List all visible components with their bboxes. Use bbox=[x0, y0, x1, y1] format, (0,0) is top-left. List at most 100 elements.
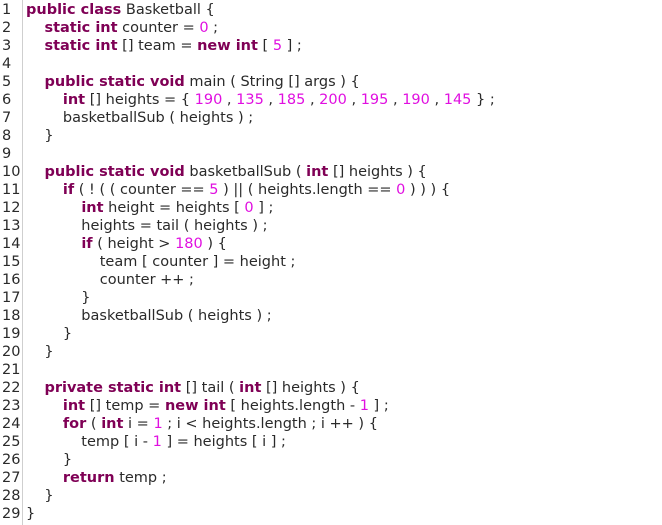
line-code[interactable]: int [] heights = { 190 , 135 , 185 , 200… bbox=[22, 91, 495, 109]
code-token: [] heights ) { bbox=[261, 380, 360, 396]
line-code[interactable]: } bbox=[22, 451, 72, 469]
code-line[interactable]: 14 if ( height > 180 ) { bbox=[0, 235, 227, 253]
line-code[interactable]: temp [ i - 1 ] = heights [ i ] ; bbox=[22, 433, 286, 451]
code-token: [] team = bbox=[117, 38, 198, 54]
code-token: Basketball { bbox=[121, 2, 215, 18]
line-code[interactable]: heights = tail ( heights ) ; bbox=[22, 217, 267, 235]
code-line[interactable]: 1 public class Basketball { bbox=[0, 1, 215, 19]
code-line[interactable]: 6 int [] heights = { 190 , 135 , 185 , 2… bbox=[0, 91, 495, 109]
line-code[interactable]: basketballSub ( heights ) ; bbox=[22, 307, 271, 325]
keyword-token: int bbox=[306, 164, 329, 180]
number-token: 145 bbox=[443, 92, 472, 108]
line-code[interactable]: } bbox=[22, 505, 35, 523]
code-token: , bbox=[263, 92, 278, 108]
code-line[interactable]: 20 } bbox=[0, 343, 54, 361]
code-line[interactable]: 18 basketballSub ( heights ) ; bbox=[0, 307, 272, 325]
code-token: } bbox=[26, 290, 91, 306]
keyword-token: static int bbox=[44, 38, 118, 54]
code-token: [] tail ( bbox=[181, 380, 240, 396]
code-line[interactable]: 8 } bbox=[0, 127, 54, 145]
line-code[interactable]: team [ counter ] = height ; bbox=[22, 253, 296, 271]
code-line[interactable]: 12 int height = heights [ 0 ] ; bbox=[0, 199, 273, 217]
line-code[interactable]: basketballSub ( heights ) ; bbox=[22, 109, 253, 127]
code-token: ] = heights [ i ] ; bbox=[161, 434, 286, 450]
code-line[interactable]: 15 team [ counter ] = height ; bbox=[0, 253, 295, 271]
code-token: } bbox=[26, 488, 54, 504]
code-line[interactable]: 10 public static void basketballSub ( in… bbox=[0, 163, 427, 181]
code-line[interactable]: 28 } bbox=[0, 487, 54, 505]
line-code[interactable]: } bbox=[22, 343, 53, 361]
code-line[interactable]: 29} bbox=[0, 505, 35, 523]
code-line[interactable]: 7 basketballSub ( heights ) ; bbox=[0, 109, 253, 127]
line-code[interactable]: } bbox=[22, 487, 54, 505]
code-line[interactable]: 17 } bbox=[0, 289, 91, 307]
code-line[interactable]: 27 return temp ; bbox=[0, 469, 167, 487]
line-code[interactable]: return temp ; bbox=[22, 469, 167, 487]
code-token: ) || ( heights.length == bbox=[218, 182, 397, 198]
line-number: 20 bbox=[2, 344, 21, 360]
code-token: [ heights.length - bbox=[225, 398, 360, 414]
code-token: ( ! ( ( counter == bbox=[74, 182, 210, 198]
line-code[interactable]: } bbox=[22, 127, 54, 145]
code-line[interactable]: 22 private static int [] tail ( int [] h… bbox=[0, 379, 360, 397]
line-code[interactable]: } bbox=[22, 289, 91, 307]
line-number: 26 bbox=[2, 452, 21, 468]
line-code[interactable]: static int [] team = new int [ 5 ] ; bbox=[22, 37, 301, 55]
line-code[interactable]: counter ++ ; bbox=[22, 271, 194, 289]
code-line[interactable]: 9 bbox=[0, 145, 26, 163]
line-code[interactable]: if ( height > 180 ) { bbox=[22, 235, 227, 253]
code-line[interactable]: 4 bbox=[0, 55, 26, 73]
line-code[interactable]: static int counter = 0 ; bbox=[22, 19, 218, 37]
line-number: 7 bbox=[2, 110, 12, 126]
line-number: 13 bbox=[2, 218, 21, 234]
line-code[interactable]: if ( ! ( ( counter == 5 ) || ( heights.l… bbox=[22, 181, 450, 199]
number-token: 195 bbox=[360, 92, 389, 108]
code-token: ( bbox=[86, 416, 102, 432]
line-code[interactable]: public static void main ( String [] args… bbox=[22, 73, 359, 91]
line-number: 29 bbox=[2, 506, 21, 522]
line-code[interactable]: public class Basketball { bbox=[22, 1, 215, 19]
code-line[interactable]: 3 static int [] team = new int [ 5 ] ; bbox=[0, 37, 302, 55]
keyword-token: int bbox=[101, 416, 124, 432]
keyword-token: public class bbox=[26, 2, 122, 18]
code-line[interactable]: 16 counter ++ ; bbox=[0, 271, 194, 289]
code-token: [] heights = { bbox=[85, 92, 195, 108]
code-editor[interactable]: 1 public class Basketball {2 static int c… bbox=[0, 0, 662, 525]
line-number: 27 bbox=[2, 470, 21, 486]
code-token: } bbox=[26, 326, 73, 342]
line-code[interactable]: } bbox=[22, 325, 72, 343]
code-line[interactable]: 2 static int counter = 0 ; bbox=[0, 19, 218, 37]
code-line[interactable]: 11 if ( ! ( ( counter == 5 ) || ( height… bbox=[0, 181, 450, 199]
line-code[interactable]: for ( int i = 1 ; i < heights.length ; i… bbox=[22, 415, 378, 433]
code-line[interactable]: 25 temp [ i - 1 ] = heights [ i ] ; bbox=[0, 433, 286, 451]
code-line[interactable]: 24 for ( int i = 1 ; i < heights.length … bbox=[0, 415, 378, 433]
line-number: 5 bbox=[2, 74, 12, 90]
code-line[interactable]: 13 heights = tail ( heights ) ; bbox=[0, 217, 268, 235]
code-line[interactable]: 23 int [] temp = new int [ heights.lengt… bbox=[0, 397, 389, 415]
code-token: counter = bbox=[117, 20, 200, 36]
line-code[interactable]: int height = heights [ 0 ] ; bbox=[22, 199, 273, 217]
line-number: 9 bbox=[2, 146, 12, 162]
line-code[interactable]: int [] temp = new int [ heights.length -… bbox=[22, 397, 389, 415]
line-code[interactable]: public static void basketballSub ( int [… bbox=[22, 163, 426, 181]
number-token: 1 bbox=[359, 398, 369, 414]
line-number: 21 bbox=[2, 362, 21, 378]
code-token: } bbox=[26, 128, 54, 144]
line-number: 2 bbox=[2, 20, 12, 36]
line-code[interactable]: private static int [] tail ( int [] heig… bbox=[22, 379, 360, 397]
code-line[interactable]: 21 bbox=[0, 361, 26, 379]
code-line[interactable]: 19 } bbox=[0, 325, 72, 343]
code-line[interactable]: 26 } bbox=[0, 451, 72, 469]
code-line[interactable]: 5 public static void main ( String [] ar… bbox=[0, 73, 360, 91]
line-number: 22 bbox=[2, 380, 21, 396]
number-token: 5 bbox=[209, 182, 219, 198]
code-token: counter ++ ; bbox=[26, 272, 194, 288]
line-number: 11 bbox=[2, 182, 21, 198]
keyword-token: public static void bbox=[44, 164, 185, 180]
